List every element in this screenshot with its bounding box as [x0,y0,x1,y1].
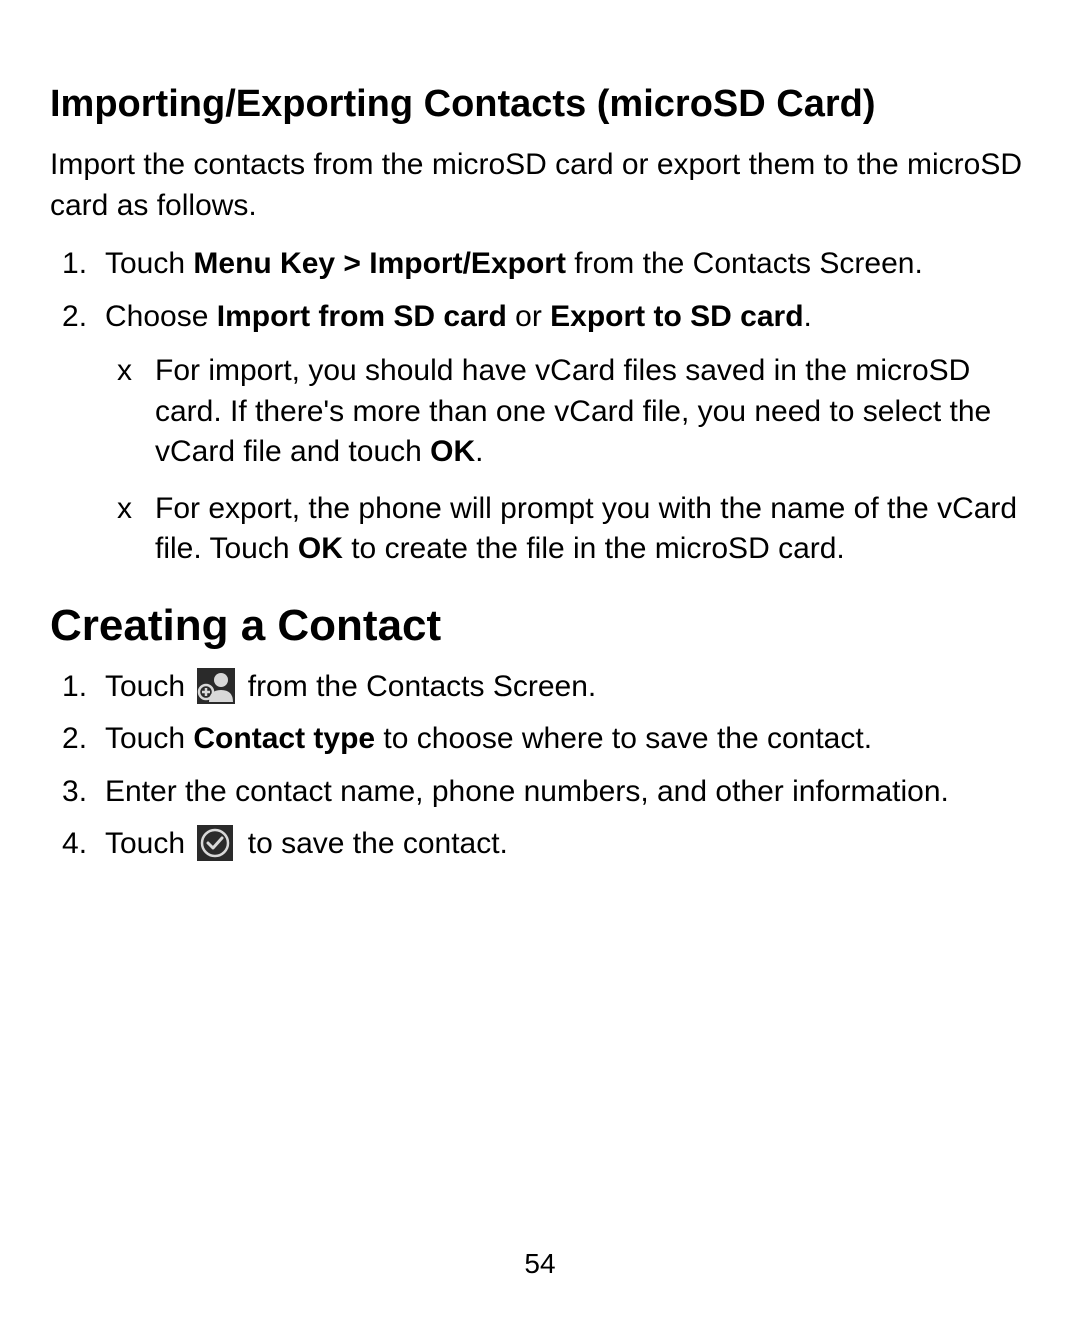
step-text: or [507,300,550,333]
step-bold: Export to SD card [550,300,803,333]
step-text: Touch [105,827,193,860]
sub-list: For import, you should have vCard files … [105,351,1030,570]
step-text: Enter the contact name, phone numbers, a… [105,775,949,808]
steps-list-1: Touch Menu Key > Import/Export from the … [50,244,1030,570]
list-item: Touch to save the contact. [50,824,1030,865]
step-text: from the Contacts Screen. [248,670,597,703]
page-number: 54 [0,1248,1080,1280]
sub-bold: OK [430,435,475,468]
step-text: to save the contact. [248,827,508,860]
heading-importing: Importing/Exporting Contacts (microSD Ca… [50,80,1030,129]
sub-text: . [475,435,483,468]
sub-list-item: For export, the phone will prompt you wi… [105,489,1030,570]
step-bold: Menu Key > Import/Export [193,247,566,280]
list-item: Enter the contact name, phone numbers, a… [50,772,1030,813]
step-text: to choose where to save the contact. [375,722,872,755]
list-item: Touch Menu Key > Import/Export from the … [50,244,1030,285]
heading-creating: Creating a Contact [50,600,1030,653]
save-check-icon [197,825,235,861]
list-item: Choose Import from SD card or Export to … [50,297,1030,570]
step-bold: Import from SD card [217,300,507,333]
step-text: Touch [105,247,193,280]
section-importing-exporting: Importing/Exporting Contacts (microSD Ca… [50,80,1030,570]
intro-paragraph: Import the contacts from the microSD car… [50,145,1030,226]
step-text: . [804,300,812,333]
add-contact-icon [197,668,235,704]
sub-bold: OK [298,532,343,565]
step-text: Touch [105,670,193,703]
sub-text: to create the file in the microSD card. [343,532,845,565]
steps-list-2: Touch from the Contacts Screen. Touch Co… [50,667,1030,865]
step-text: from the Contacts Screen. [566,247,923,280]
sub-list-item: For import, you should have vCard files … [105,351,1030,473]
sub-text: For import, you should have vCard files … [155,354,991,468]
step-text: Touch [105,722,193,755]
step-bold: Contact type [193,722,375,755]
list-item: Touch Contact type to choose where to sa… [50,719,1030,760]
step-text: Choose [105,300,217,333]
list-item: Touch from the Contacts Screen. [50,667,1030,708]
section-creating-contact: Creating a Contact Touch from the Contac… [50,600,1030,865]
